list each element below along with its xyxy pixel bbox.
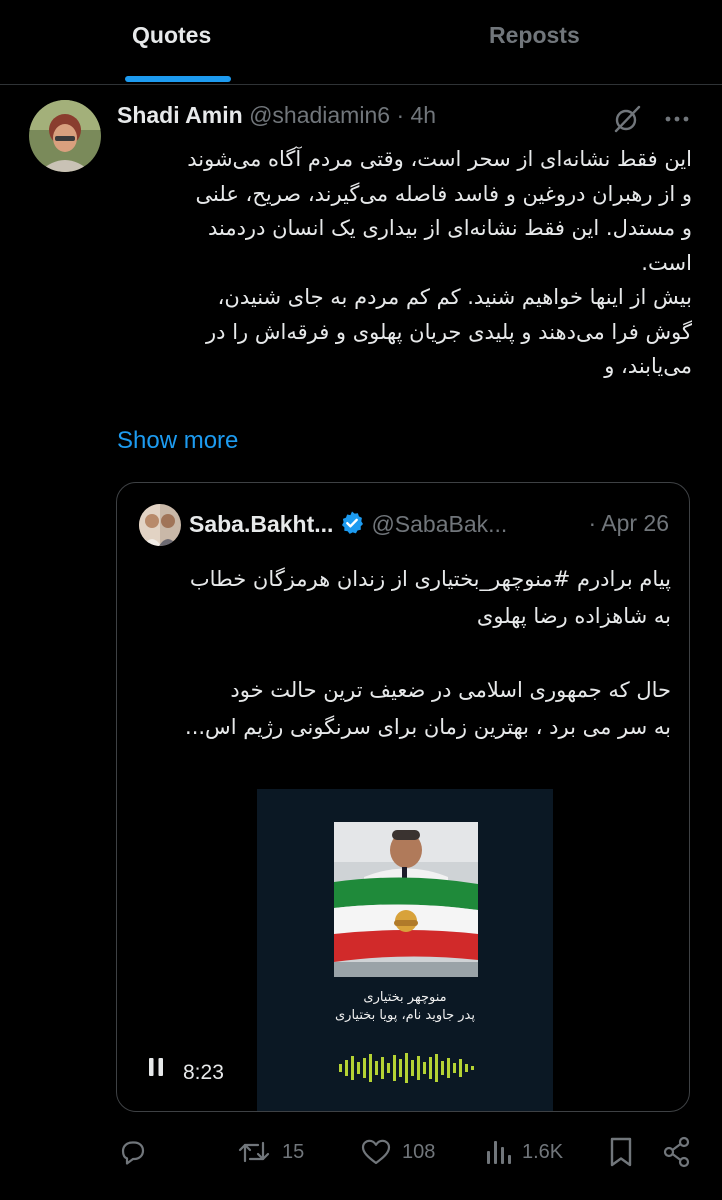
quoted-separator: ·	[588, 510, 597, 536]
grok-icon[interactable]	[612, 104, 642, 134]
video-caption-line: پدر جاوید نام، پویا بختیاری	[335, 1008, 475, 1023]
views-count: 1.6K	[522, 1140, 564, 1163]
share-icon	[663, 1136, 690, 1168]
quoted-author-name[interactable]: Saba.Bakht...	[189, 511, 333, 537]
video-thumbnail[interactable]: منوچهر بختیاری پدر جاوید نام، پویا بختیا…	[257, 789, 553, 1111]
video-duration: 8:23	[183, 1061, 224, 1084]
video-caption: منوچهر بختیاری پدر جاوید نام، پویا بختیا…	[257, 989, 553, 1025]
post-body-line: است.	[641, 250, 692, 275]
bookmark-button[interactable]	[608, 1132, 634, 1172]
quoted-text-line: حال که جمهوری اسلامی در ضعیف ترین حالت خ…	[230, 678, 671, 702]
tab-bar: Quotes Reposts	[0, 0, 722, 85]
share-button[interactable]	[662, 1132, 692, 1172]
post-time[interactable]: 4h	[411, 102, 437, 128]
quoted-post-card[interactable]: Saba.Bakht... @SabaBak... · Apr 26 پیام ب…	[116, 482, 690, 1112]
verified-badge-icon	[339, 510, 365, 536]
repost-icon	[238, 1141, 270, 1163]
post-body-line: و مستدل. این فقط نشانه‌ای از بیداری یک ا…	[207, 216, 692, 240]
tab-reposts[interactable]: Reposts	[489, 22, 580, 49]
views-icon	[487, 1141, 511, 1164]
quoted-text-line: پیام برادرم #منوچهر_بختیاری از زندان هرم…	[189, 567, 671, 591]
action-bar: 15 108 1.6K	[0, 1132, 722, 1172]
author-name[interactable]: Shadi Amin	[117, 102, 243, 128]
quoted-text-line: به شاهزاده رضا پهلوی	[476, 604, 671, 628]
repost-count: 15	[282, 1140, 305, 1163]
post-body: این فقط نشانه‌ای از سحر است، وقتی مردم آ…	[112, 142, 692, 384]
audio-waveform-icon	[337, 1053, 477, 1083]
header-separator: ·	[396, 102, 405, 128]
repost-button[interactable]: 15	[236, 1132, 304, 1172]
reply-button[interactable]	[118, 1132, 158, 1172]
views-button[interactable]: 1.6K	[484, 1132, 563, 1172]
post-body-line: و از رهبران دروغین و فاسد فاصله می‌گیرند…	[195, 181, 692, 206]
quoted-author-avatar[interactable]	[139, 504, 181, 546]
active-tab-indicator	[125, 76, 231, 82]
author-handle[interactable]: @shadiamin6	[249, 102, 390, 128]
post-body-line: بیش از اینها خواهیم شنید. کم کم مردم به …	[217, 285, 692, 309]
show-more-link[interactable]: Show more	[117, 427, 238, 455]
like-button[interactable]: 108	[360, 1132, 435, 1172]
tab-quotes[interactable]: Quotes	[132, 22, 211, 49]
quoted-author-handle[interactable]: @SabaBak...	[371, 511, 507, 537]
bookmark-icon	[610, 1137, 632, 1167]
reply-icon	[121, 1141, 145, 1165]
post-body-line: این فقط نشانه‌ای از سحر است، وقتی مردم آ…	[187, 147, 692, 171]
post-body-line: می‌یابند، و	[604, 354, 692, 378]
quoted-post-text: پیام برادرم #منوچهر_بختیاری از زندان هرم…	[137, 561, 671, 746]
post-header: Shadi Amin @shadiamin6 · 4h	[117, 102, 436, 129]
post-body-line: گوش فرا می‌دهند و پلیدی جریان پهلوی و فر…	[206, 319, 692, 344]
quoted-post-header: Saba.Bakht... @SabaBak...	[189, 510, 507, 538]
video-photo	[334, 822, 478, 977]
pause-icon[interactable]	[147, 1057, 165, 1077]
heart-icon	[361, 1139, 391, 1165]
quoted-text-line: به سر می برد ، بهترین زمان برای سرنگونی …	[185, 715, 671, 739]
video-caption-line: منوچهر بختیاری	[363, 990, 447, 1005]
quoted-post-date[interactable]: Apr 26	[601, 510, 669, 536]
like-count: 108	[402, 1140, 436, 1163]
more-icon[interactable]	[662, 104, 692, 134]
quoted-post-date-wrap: · Apr 26	[588, 510, 669, 537]
author-avatar[interactable]	[29, 100, 101, 172]
